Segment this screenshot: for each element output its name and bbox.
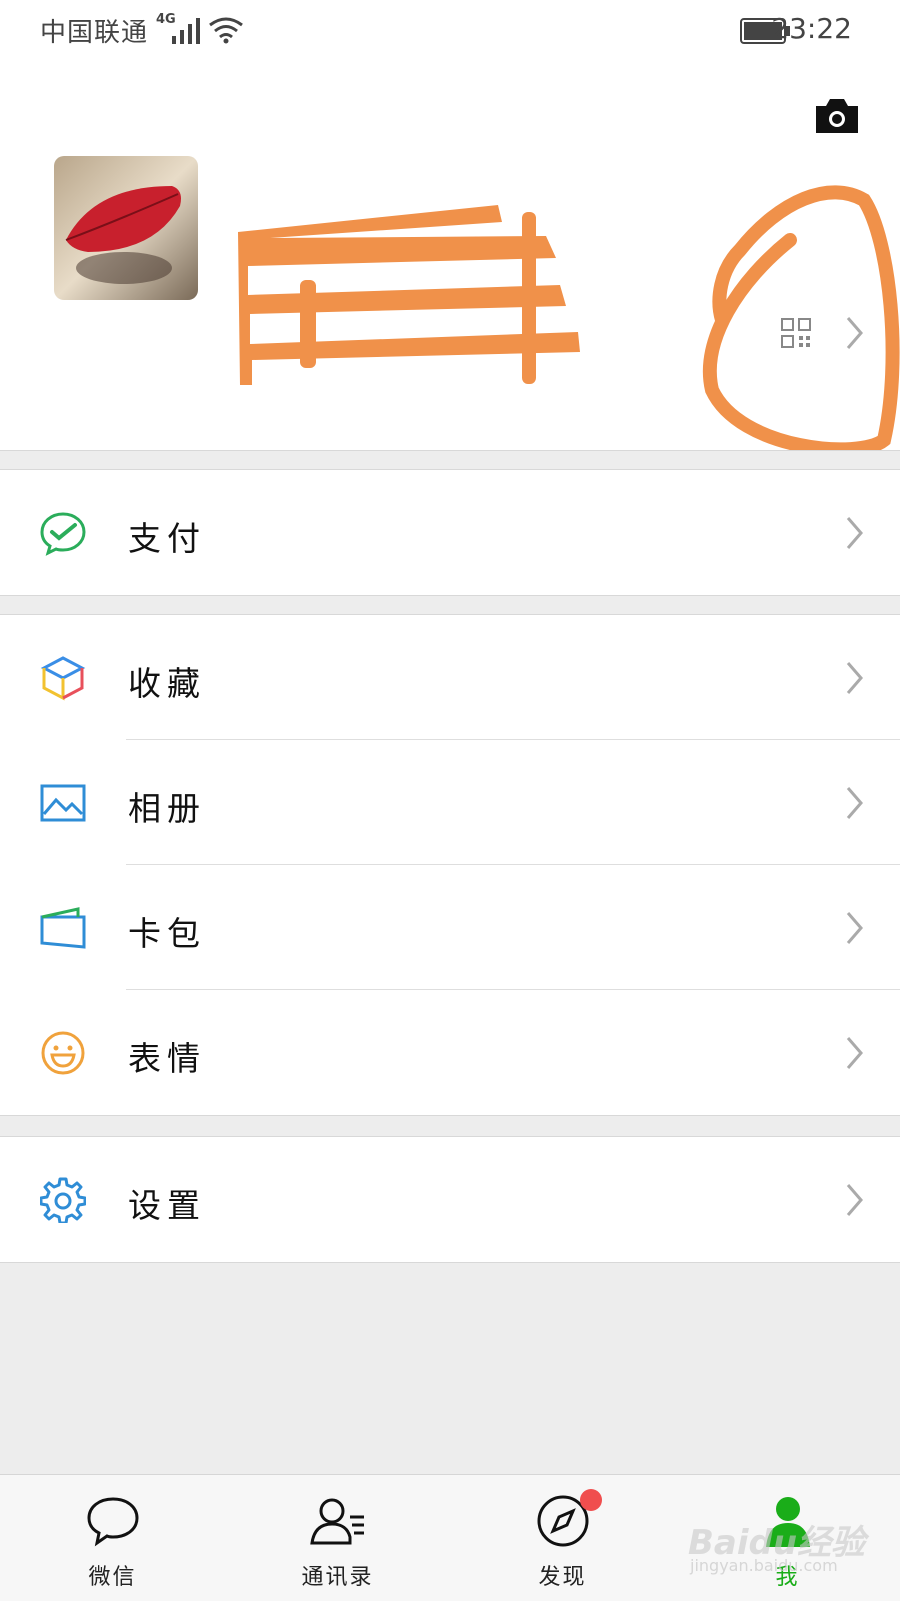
- chevron-right-icon: [846, 517, 863, 549]
- chevron-right-icon[interactable]: [846, 316, 864, 350]
- carrier-name: 中国联通: [40, 18, 149, 48]
- smiley-face-icon: [41, 1031, 85, 1075]
- album-image-icon: [40, 784, 86, 822]
- notification-dot: [580, 1489, 602, 1511]
- gear-icon: [40, 1177, 86, 1223]
- red-leaf-photo-icon: [54, 156, 198, 300]
- chat-bubble-icon: [86, 1497, 139, 1547]
- settings-section: 设置: [0, 1136, 900, 1263]
- menu-item-cards[interactable]: 卡包: [0, 865, 900, 990]
- signal-icon: [172, 18, 200, 44]
- tools-section: 收藏 相册 卡包 表情: [0, 614, 900, 1116]
- chevron-right-icon: [846, 1037, 863, 1069]
- chevron-right-icon: [846, 1184, 863, 1216]
- tab-label-discover: 发现: [538, 1565, 587, 1590]
- contacts-person-icon: [309, 1498, 364, 1545]
- chevron-right-icon: [846, 787, 863, 819]
- chevron-right-icon: [846, 912, 863, 944]
- avatar[interactable]: [54, 156, 198, 300]
- menu-item-album[interactable]: 相册: [0, 740, 900, 865]
- menu-label-cards: 卡包: [128, 914, 206, 953]
- favorites-cube-icon: [40, 656, 86, 701]
- wechat-pay-icon: [40, 512, 86, 556]
- wallet-card-icon: [40, 907, 86, 949]
- menu-item-favorites[interactable]: 收藏: [0, 615, 900, 740]
- tab-label-contacts: 通讯录: [301, 1565, 374, 1590]
- chevron-right-icon: [846, 662, 863, 694]
- clock-time: 23:22: [771, 12, 852, 45]
- tab-contacts[interactable]: 通讯录: [225, 1475, 450, 1601]
- tab-discover[interactable]: 发现: [450, 1475, 675, 1601]
- status-bar: 中国联通 4G 23:22: [0, 0, 900, 60]
- wifi-icon: [209, 17, 243, 44]
- tab-label-chats: 微信: [88, 1565, 137, 1590]
- menu-label-stickers: 表情: [128, 1039, 206, 1078]
- camera-icon[interactable]: [812, 96, 862, 136]
- qr-code-icon[interactable]: [781, 318, 811, 348]
- pay-section: 支付: [0, 469, 900, 596]
- tab-chats[interactable]: 微信: [0, 1475, 225, 1601]
- menu-label-favorites: 收藏: [128, 664, 206, 703]
- menu-label-pay: 支付: [128, 519, 206, 558]
- menu-item-pay[interactable]: 支付: [0, 470, 900, 595]
- menu-item-stickers[interactable]: 表情: [0, 990, 900, 1115]
- menu-item-settings[interactable]: 设置: [0, 1137, 900, 1262]
- watermark-url: jingyan.baidu.com: [690, 1556, 838, 1575]
- menu-label-settings: 设置: [128, 1186, 206, 1225]
- menu-label-album: 相册: [128, 789, 206, 828]
